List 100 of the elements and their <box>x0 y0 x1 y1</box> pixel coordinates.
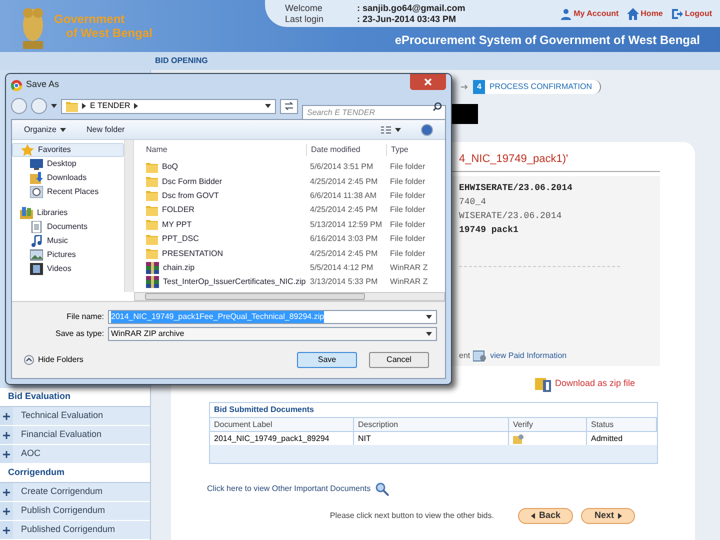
verify-icon[interactable] <box>513 434 524 444</box>
nav-item[interactable]: Desktop <box>12 157 124 171</box>
file-name: FOLDER <box>162 204 194 216</box>
dialog-title: Save As <box>26 78 60 92</box>
sidebar-section-header: Corrigendum <box>0 464 150 483</box>
paid-label: ent <box>459 350 470 362</box>
file-row[interactable]: PRESENTATION 4/25/2014 2:45 PM File folder <box>134 246 445 261</box>
header-link[interactable]: My Account <box>560 8 619 20</box>
save-button[interactable]: Save <box>297 352 357 368</box>
file-row[interactable]: Dsc Form Bidder 4/25/2014 2:45 PM File folder <box>134 174 445 189</box>
hint-text: Please click next button to view the other bids. <box>330 510 494 522</box>
help-button[interactable] <box>421 124 433 136</box>
file-name: PPT_DSC <box>162 233 199 246</box>
file-date: 5/6/2014 3:51 PM <box>309 161 374 174</box>
file-row[interactable]: MY PPT 5/13/2014 12:59 PM File folder <box>134 218 445 232</box>
file-name: MY PPT <box>162 218 192 231</box>
file-type: WinRAR Z <box>389 276 429 288</box>
file-row[interactable]: FOLDER 4/25/2014 2:45 PM File folder <box>134 203 445 218</box>
other-documents-link[interactable]: Click here to view Other Important Documents <box>207 483 371 495</box>
nav-item[interactable]: Videos <box>12 262 124 276</box>
file-date: 5/13/2014 12:59 PM <box>309 218 384 231</box>
file-name: Dsc from GOVT <box>162 190 219 202</box>
sidebar-item[interactable]: AOC <box>13 445 150 463</box>
nav-item[interactable]: Documents <box>12 220 124 234</box>
file-type: File folder <box>389 248 426 260</box>
payment-icon <box>473 350 488 362</box>
logout-icon <box>670 8 683 20</box>
file-date: 6/16/2014 3:03 PM <box>309 233 379 246</box>
archive-icon <box>146 262 159 274</box>
sidebar-item[interactable]: Financial Evaluation <box>13 426 150 444</box>
file-name: PRESENTATION <box>162 248 224 260</box>
table-cell: 2014_NIC_19749_pack1_89294 <box>210 432 354 445</box>
file-type-select[interactable]: WinRAR ZIP archive <box>108 327 437 341</box>
login-label: Last login <box>285 14 325 24</box>
step-label: PROCESS CONFIRMATION <box>488 81 592 93</box>
collapse-icon <box>24 354 34 364</box>
dropdown-caret-icon <box>426 332 432 336</box>
nav-group[interactable]: Favorites <box>12 143 124 157</box>
file-row[interactable]: BoQ 5/6/2014 3:51 PM File folder <box>134 160 445 174</box>
file-name: Dsc Form Bidder <box>162 176 222 188</box>
page-title: BID OPENING <box>155 55 208 67</box>
close-button[interactable] <box>410 74 446 90</box>
nav-item[interactable]: Recent Places <box>12 185 124 199</box>
document-icon <box>30 221 43 233</box>
file-name: BoQ <box>162 161 178 174</box>
file-date: 6/6/2014 11:38 AM <box>309 190 378 202</box>
refresh-button[interactable] <box>280 98 298 114</box>
file-row[interactable]: Dsc from GOVT 6/6/2014 11:38 AM File folder <box>134 188 445 204</box>
folder-icon <box>146 219 158 230</box>
plus-icon <box>3 432 10 438</box>
dropdown-caret-icon <box>60 128 66 132</box>
views-button[interactable] <box>381 126 401 134</box>
organize-button[interactable]: Organize <box>24 124 66 136</box>
archive-icon <box>146 276 159 288</box>
back-button[interactable]: Back <box>518 508 574 524</box>
plus-icon <box>3 508 10 514</box>
file-date: 4/25/2014 2:45 PM <box>309 176 379 188</box>
browser-icon <box>11 80 22 90</box>
file-name: Test_InterOp_IssuerCertificates_NIC.zip <box>163 276 306 288</box>
search-field[interactable]: Search E TENDER <box>302 104 446 120</box>
folder-icon <box>146 176 158 188</box>
folder-icon <box>146 204 158 216</box>
search-icon[interactable] <box>374 482 389 496</box>
nav-item[interactable]: Downloads <box>12 171 124 185</box>
paid-info-link[interactable]: view Paid Information <box>490 350 567 362</box>
next-button[interactable]: Next <box>581 508 635 524</box>
file-row[interactable]: Test_InterOp_IssuerCertificates_NIC.zip 3/13/2014 5:33 PM WinRAR Z <box>134 275 445 290</box>
download-zip-link[interactable]: Download as zip file <box>554 377 635 391</box>
sidebar-item[interactable]: Technical Evaluation <box>13 407 150 425</box>
header-link[interactable]: Logout <box>670 8 712 20</box>
nav-group[interactable]: Libraries <box>12 206 124 220</box>
column-header[interactable]: Date modified <box>306 144 386 156</box>
dropdown-caret-icon <box>395 128 401 132</box>
card-title: 4_NIC_19749_pack1)' <box>459 152 568 166</box>
file-type: File folder <box>389 233 426 246</box>
column-header[interactable]: Type <box>386 144 445 156</box>
file-row[interactable]: PPT_DSC 6/16/2014 3:03 PM File folder <box>134 232 445 246</box>
file-row[interactable]: chain.zip 5/5/2014 4:12 PM WinRAR Z <box>134 260 445 276</box>
address-bar[interactable]: E TENDER <box>61 98 276 114</box>
monitor-icon <box>30 158 43 170</box>
file-type-label: Save as type: <box>54 328 104 340</box>
sidebar-item[interactable]: Published Corrigendum <box>13 521 150 539</box>
address-caret-icon <box>265 104 271 108</box>
nav-item[interactable]: Pictures <box>12 248 124 262</box>
hide-folders-button[interactable]: Hide Folders <box>24 354 84 366</box>
sidebar-item[interactable]: Publish Corrigendum <box>13 502 150 520</box>
file-type: File folder <box>389 176 426 188</box>
new-folder-button[interactable]: New folder <box>86 124 125 136</box>
close-icon <box>424 78 432 86</box>
welcome-label: Welcome <box>285 2 324 14</box>
cancel-button[interactable]: Cancel <box>369 352 429 368</box>
star-icon <box>21 144 34 156</box>
file-type: File folder <box>389 190 426 202</box>
header-link[interactable]: Home <box>626 8 663 20</box>
org-name: Government <box>54 12 126 26</box>
column-header[interactable]: Name <box>134 144 306 156</box>
file-type: File folder <box>389 161 426 174</box>
arrow-icon <box>461 84 469 90</box>
nav-item[interactable]: Music <box>12 234 124 248</box>
sidebar-item[interactable]: Create Corrigendum <box>13 483 150 501</box>
